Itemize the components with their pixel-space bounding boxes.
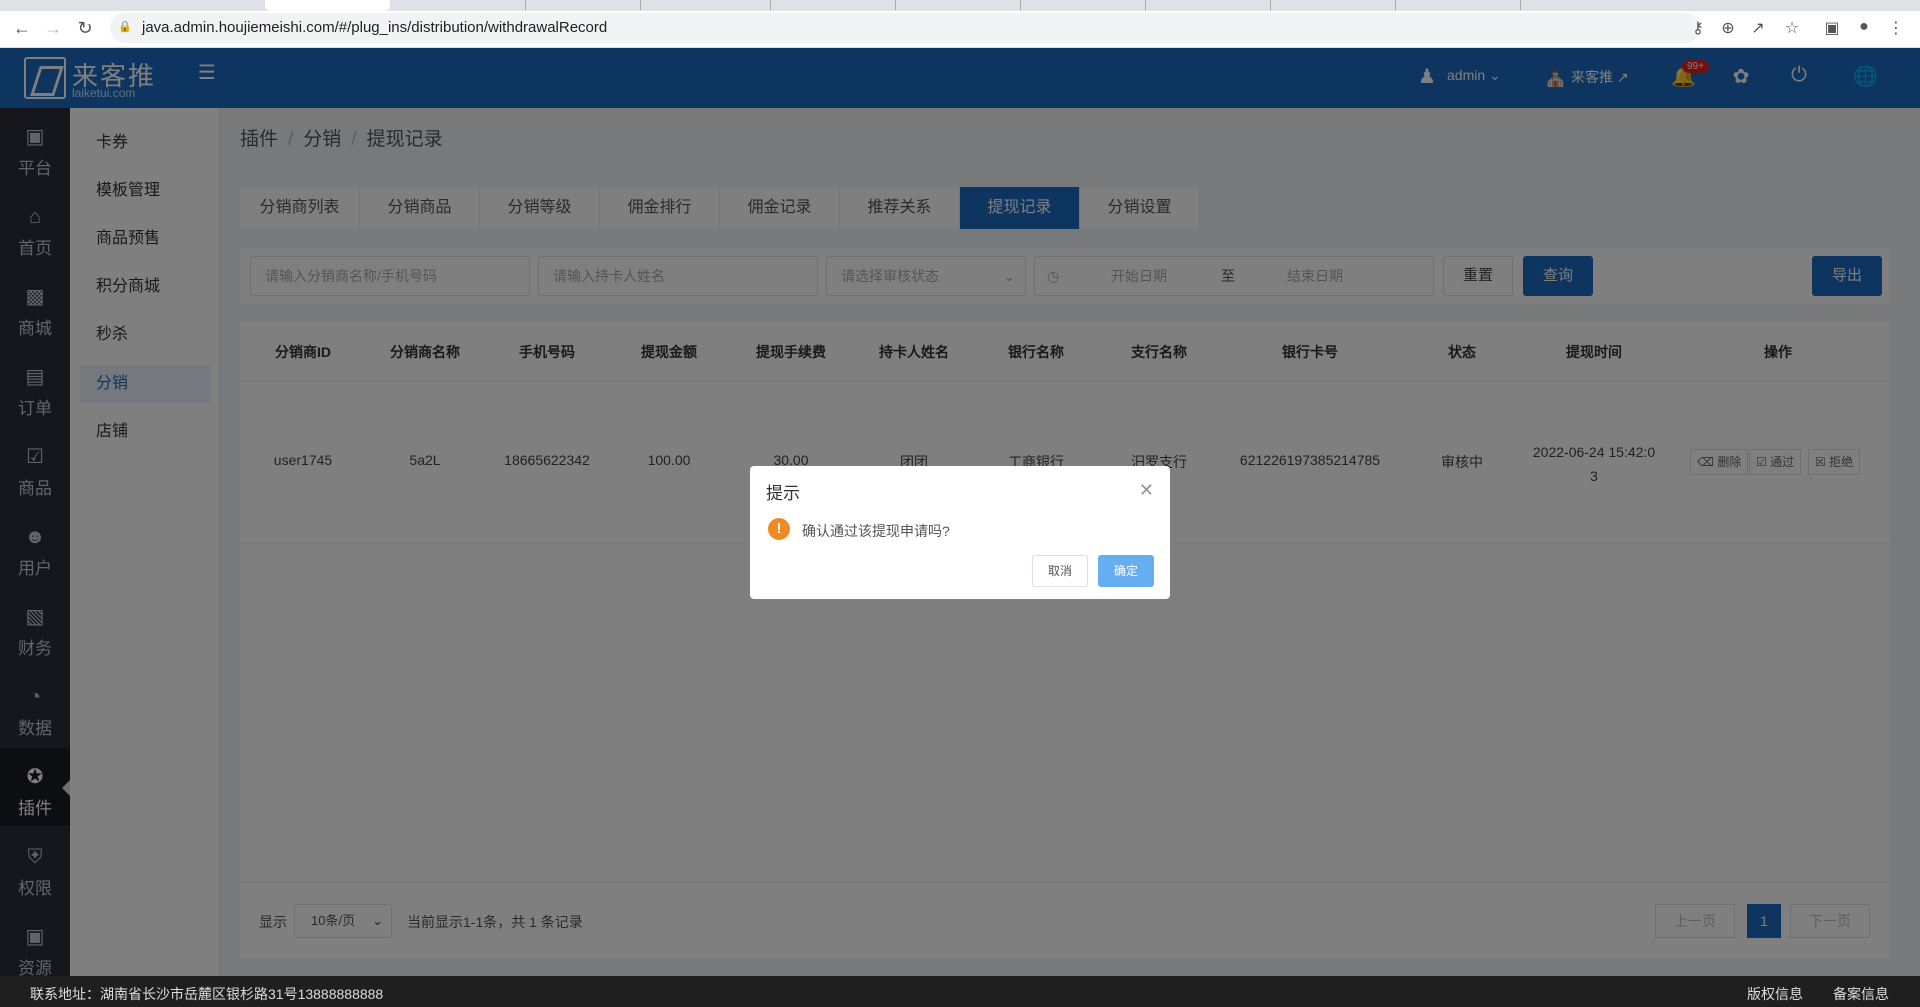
share-icon[interactable]: ↗ bbox=[1748, 18, 1768, 38]
tab-separator bbox=[770, 0, 771, 10]
confirm-dialog: 提示 ✕ ! 确认通过该提现申请吗? 取消 确定 bbox=[750, 466, 1170, 599]
confirm-button[interactable]: 确定 bbox=[1098, 555, 1154, 587]
back-icon[interactable]: ← bbox=[12, 18, 32, 38]
browser-tab-active[interactable] bbox=[265, 0, 390, 11]
lock-icon[interactable]: 🔒 bbox=[118, 20, 132, 33]
reload-icon[interactable]: ↻ bbox=[75, 18, 95, 38]
footer-copyright-link[interactable]: 版权信息 bbox=[1747, 984, 1803, 1004]
browser-tabstrip bbox=[0, 0, 1920, 11]
profile-icon[interactable]: ● bbox=[1854, 18, 1874, 36]
tab-separator bbox=[1020, 0, 1021, 10]
footer-address: 联系地址：湖南省长沙市岳麓区银杉路31号13888888888 bbox=[30, 986, 384, 1002]
close-icon[interactable]: ✕ bbox=[1139, 480, 1154, 501]
dialog-title: 提示 bbox=[766, 484, 800, 503]
browser-toolbar: ← → ↻ 🔒 java.admin.houjiemeishi.com/#/pl… bbox=[0, 0, 1920, 48]
footer-record-link[interactable]: 备案信息 bbox=[1833, 984, 1889, 1004]
tab-separator bbox=[1520, 0, 1521, 10]
zoom-icon[interactable]: ⊕ bbox=[1718, 18, 1738, 38]
cancel-button[interactable]: 取消 bbox=[1032, 555, 1088, 587]
warning-icon: ! bbox=[768, 518, 790, 540]
dialog-message: 确认通过该提现申请吗? bbox=[802, 523, 950, 539]
tab-separator bbox=[640, 0, 641, 10]
tab-separator bbox=[1270, 0, 1271, 10]
key-icon[interactable]: ⚷ bbox=[1688, 18, 1708, 38]
tab-separator bbox=[1395, 0, 1396, 10]
tab-separator bbox=[525, 0, 526, 10]
menu-icon[interactable]: ⋮ bbox=[1886, 18, 1906, 38]
tab-separator bbox=[895, 0, 896, 10]
forward-icon[interactable]: → bbox=[43, 18, 63, 38]
tab-separator bbox=[1145, 0, 1146, 10]
url-text[interactable]: java.admin.houjiemeishi.com/#/plug_ins/d… bbox=[142, 19, 607, 36]
star-icon[interactable]: ☆ bbox=[1782, 18, 1802, 38]
sidepanel-icon[interactable]: ▣ bbox=[1822, 18, 1842, 38]
page-footer: 联系地址：湖南省长沙市岳麓区银杉路31号13888888888 版权信息 备案信… bbox=[0, 976, 1920, 1007]
